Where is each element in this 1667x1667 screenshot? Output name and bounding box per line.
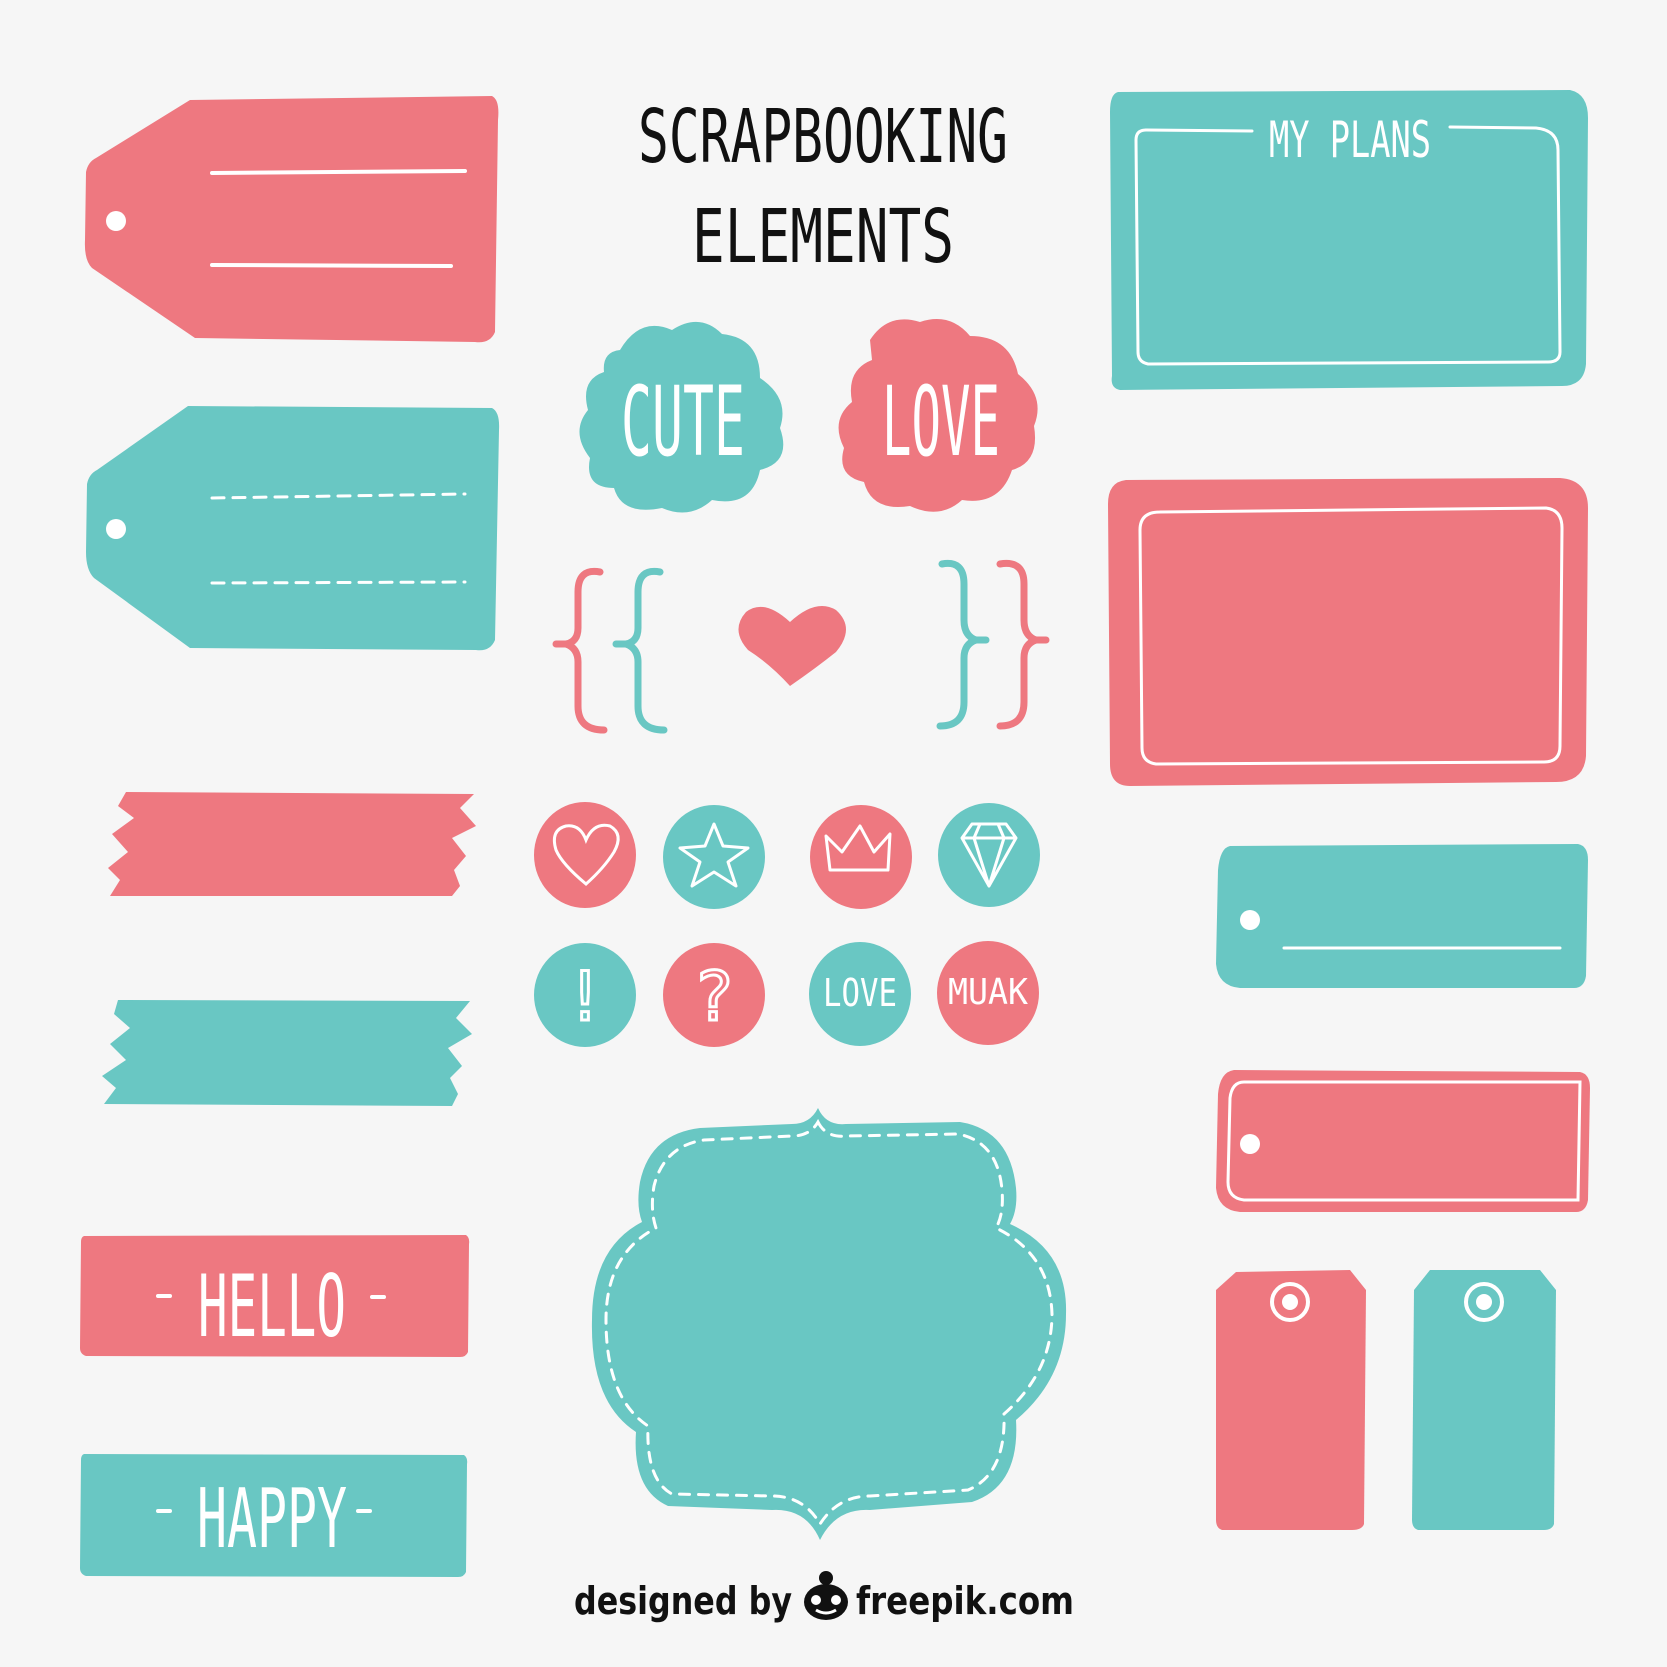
badge-muak: MUAK bbox=[937, 941, 1039, 1045]
badge-love: LOVE bbox=[809, 942, 911, 1046]
badge-star bbox=[663, 805, 765, 909]
badge-love-text: LOVE bbox=[823, 971, 897, 1015]
credit-line: designed by freepik.com bbox=[574, 1571, 1074, 1623]
badge-heart bbox=[534, 802, 636, 908]
hang-tag-teal bbox=[86, 406, 500, 651]
washi-tape-pink bbox=[108, 792, 476, 896]
title-line-1: SCRAPBOOKING bbox=[638, 94, 1008, 180]
happy-label: HAPPY bbox=[80, 1454, 468, 1577]
badge-exclamation: ! bbox=[534, 943, 636, 1047]
ornamental-frame-teal bbox=[591, 1108, 1067, 1540]
badge-question: ? bbox=[663, 943, 765, 1047]
long-tag-pink bbox=[1216, 1070, 1590, 1212]
scrapbooking-canvas: SCRAPBOOKING ELEMENTS HELLO HAPPY CUTE L… bbox=[0, 0, 1667, 1667]
credit-prefix: designed by bbox=[574, 1579, 792, 1623]
long-tag-teal bbox=[1216, 844, 1588, 988]
hello-text: HELLO bbox=[198, 1257, 346, 1357]
badge-diamond bbox=[938, 803, 1040, 907]
happy-text: HAPPY bbox=[197, 1472, 347, 1567]
love-text: LOVE bbox=[882, 366, 1000, 478]
cute-text: CUTE bbox=[621, 366, 745, 478]
blank-frame-pink bbox=[1108, 478, 1588, 786]
hello-label: HELLO bbox=[80, 1235, 470, 1357]
exclamation-text: ! bbox=[565, 958, 606, 1037]
credit-brand: freepik.com bbox=[856, 1579, 1074, 1623]
my-plans-frame: MY PLANS bbox=[1110, 90, 1588, 390]
question-text: ? bbox=[694, 958, 735, 1037]
title-line-2: ELEMENTS bbox=[692, 194, 954, 280]
small-tag-teal bbox=[1412, 1270, 1556, 1530]
badge-muak-text: MUAK bbox=[948, 972, 1028, 1013]
small-tag-pink bbox=[1216, 1270, 1366, 1530]
washi-tape-teal bbox=[102, 1000, 472, 1106]
badge-crown bbox=[810, 805, 912, 909]
my-plans-label: MY PLANS bbox=[1269, 111, 1431, 169]
